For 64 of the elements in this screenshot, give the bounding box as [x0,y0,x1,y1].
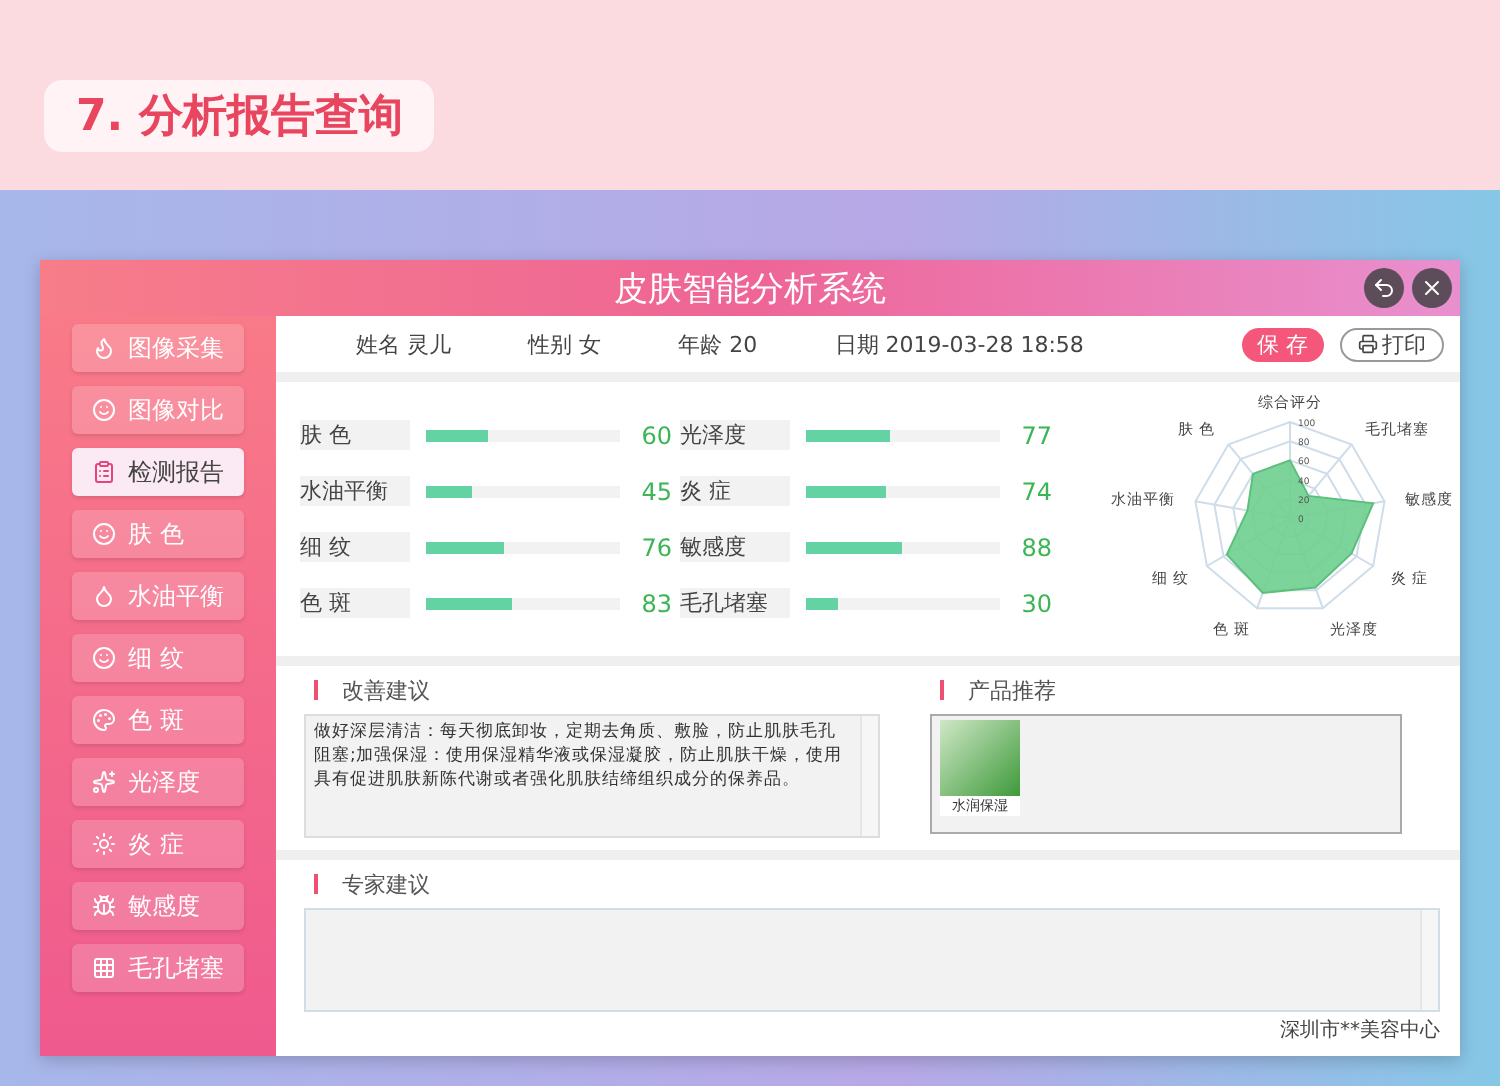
section-title: 改善建议 [342,675,430,705]
smile-icon [92,398,116,422]
sidebar-item[interactable]: 细 纹 [72,634,244,682]
sidebar-item[interactable]: 敏感度 [72,882,244,930]
close-button[interactable] [1412,268,1452,308]
section-marker [940,680,944,700]
metric-label: 敏感度 [680,532,790,562]
metric-value: 30 [1019,589,1052,617]
advice-text-area[interactable]: 做好深层清洁：每天彻底卸妆，定期去角质、敷脸，防止肌肤毛孔阻塞;加强保湿：使用保湿精华液或保湿凝胶，防止肌肤干燥，使用具有促进肌肤新陈代谢或者强化肌肤结缔组织成分的保养品。 [304,714,880,838]
printer-icon [1358,334,1378,354]
bug-icon [92,894,116,918]
sidebar-item[interactable]: 肤 色 [72,510,244,558]
metric-value: 45 [639,477,672,505]
sidebar-item[interactable]: 图像对比 [72,386,244,434]
back-button[interactable] [1364,268,1404,308]
metric-label: 炎 症 [680,476,790,506]
metric-label: 水油平衡 [300,476,410,506]
info-field: 姓名 灵儿 [356,329,451,359]
advice-text: 做好深层清洁：每天彻底卸妆，定期去角质、敷脸，防止肌肤毛孔阻塞;加强保湿：使用保湿精华液或保湿凝胶，防止肌肤干燥，使用具有促进肌肤新陈代谢或者强化肌肤结缔组织成分的保养品。 [312,719,844,794]
sidebar-item[interactable]: 色 斑 [72,696,244,744]
metric-label: 毛孔堵塞 [680,588,790,618]
section-marker [314,680,318,700]
sidebar-item[interactable]: 光泽度 [72,758,244,806]
info-field: 性别 女 [528,329,602,359]
page-heading: 7. 分析报告查询 [44,80,435,152]
metric-label: 肤 色 [300,420,410,450]
section-marker [314,874,318,894]
info-field: 年龄 20 [678,329,758,359]
undo-icon [1372,276,1396,300]
palette-icon [92,708,116,732]
grid-icon [92,956,116,980]
sparkles-icon [92,770,116,794]
metric-label: 细 纹 [300,532,410,562]
metric-label: 色 斑 [300,588,410,618]
metric-value: 88 [1019,533,1052,561]
sun-icon [92,832,116,856]
metric-label: 光泽度 [680,420,790,450]
info-field: 日期 2019-03-28 18:58 [834,329,1084,359]
metric-value: 76 [639,533,672,561]
window-title: 皮肤智能分析系统 [614,267,886,311]
expert-input-field[interactable] [304,908,1440,1012]
flame-icon [92,336,116,360]
metric-value: 77 [1019,421,1052,449]
close-icon [1420,276,1444,300]
metric-value: 74 [1019,477,1052,505]
sidebar-item[interactable]: 水油平衡 [72,572,244,620]
section-title: 专家建议 [342,869,430,899]
sidebar-item[interactable]: 检测报告 [72,448,244,496]
sidebar-item[interactable]: 炎 症 [72,820,244,868]
save-button[interactable]: 保 存 [1241,327,1324,361]
sidebar-item[interactable]: 图像采集 [72,324,244,372]
sidebar-item[interactable]: 毛孔堵塞 [72,944,244,992]
metric-value: 83 [639,589,672,617]
footer-text: 深圳市**美容中心 [1280,1017,1440,1044]
droplet-icon [92,584,116,608]
metric-value: 60 [639,421,672,449]
section-title: 产品推荐 [968,675,1056,705]
scrollbar[interactable] [860,716,878,836]
print-button[interactable]: 打印 [1340,327,1444,361]
clipboard-icon [92,460,116,484]
photo-placeholder [940,720,1020,796]
smile-icon [92,646,116,670]
scrollbar[interactable] [1420,910,1438,1010]
smile-icon [92,522,116,546]
